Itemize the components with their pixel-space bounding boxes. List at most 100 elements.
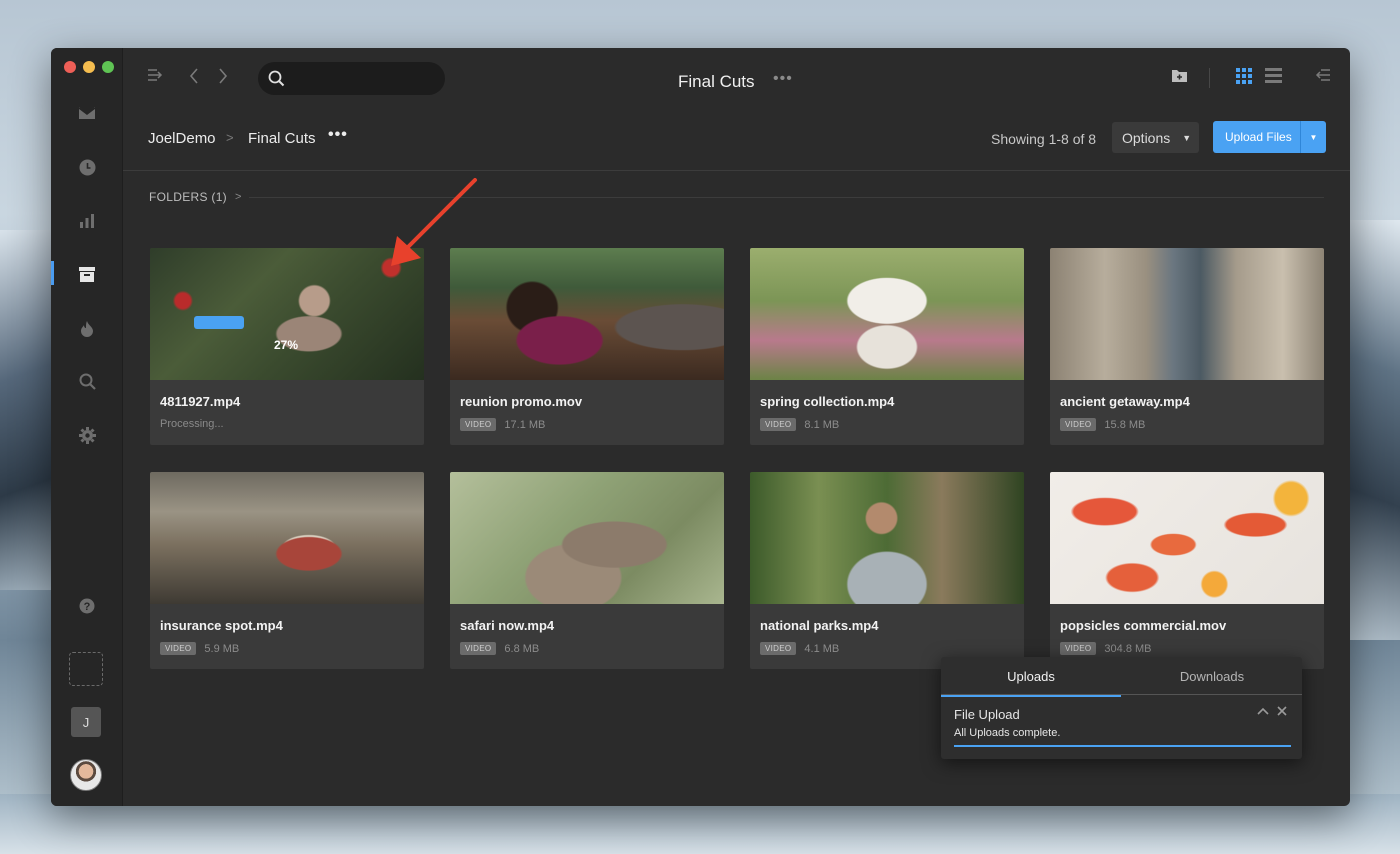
file-size: 5.9 MB — [204, 642, 240, 655]
drop-target[interactable] — [69, 652, 103, 686]
file-type-badge: VIDEO — [160, 642, 197, 655]
grid-view-icon[interactable] — [1236, 68, 1252, 84]
collapse-sidebar-icon[interactable] — [147, 68, 163, 82]
options-label: Options — [1122, 129, 1171, 146]
toolbar-divider — [1209, 68, 1210, 88]
new-folder-icon[interactable] — [1171, 68, 1188, 83]
file-card[interactable]: spring collection.mp4 VIDEO 8.1 MB — [750, 248, 1024, 445]
file-size: 17.1 MB — [504, 418, 546, 431]
forward-icon[interactable] — [218, 68, 228, 84]
help-icon[interactable]: ? — [77, 596, 97, 616]
upload-dropdown-icon[interactable]: ▼ — [1301, 133, 1326, 142]
upload-progress-bar — [194, 316, 244, 329]
folders-section-header[interactable]: FOLDERS (1) > — [149, 189, 1324, 205]
file-size: 8.1 MB — [804, 418, 840, 431]
file-meta: VIDEO 15.8 MB — [1060, 418, 1145, 431]
options-button[interactable]: Options ▼ — [1112, 122, 1199, 153]
file-name: 4811927.mp4 — [160, 394, 241, 409]
file-size: 15.8 MB — [1104, 418, 1146, 431]
chevron-up-icon[interactable] — [1257, 705, 1269, 719]
file-name: ancient getaway.mp4 — [1060, 394, 1190, 409]
annotation-arrow-icon — [391, 178, 477, 266]
window-title: Final Cuts — [678, 72, 755, 91]
title-more-icon[interactable]: ••• — [773, 70, 793, 88]
tab-uploads[interactable]: Uploads — [941, 657, 1121, 697]
active-tab-indicator — [941, 695, 1121, 697]
gear-icon[interactable] — [77, 425, 97, 445]
app-window: ? J Final Cuts ••• JoelDemo > Final Cuts… — [51, 48, 1350, 806]
file-size: 6.8 MB — [504, 642, 540, 655]
breadcrumb-item-joeldemo[interactable]: JoelDemo — [148, 130, 216, 147]
file-type-badge: VIDEO — [1060, 418, 1097, 431]
file-meta: VIDEO 304.8 MB — [1060, 642, 1152, 655]
search-icon[interactable] — [77, 371, 97, 391]
chevron-right-icon: > — [234, 191, 242, 203]
video-thumbnail-popsicles — [1050, 472, 1324, 604]
transfers-tabs: Uploads Downloads — [941, 657, 1302, 697]
back-icon[interactable] — [189, 68, 199, 84]
transfer-title: File Upload — [954, 707, 1020, 722]
search-icon — [268, 70, 285, 92]
transfers-panel: Uploads Downloads File Upload All Upload… — [941, 657, 1302, 759]
file-card[interactable]: safari now.mp4 VIDEO 6.8 MB — [450, 472, 724, 669]
window-controls — [64, 61, 114, 73]
file-name: popsicles commercial.mov — [1060, 618, 1227, 633]
file-type-badge: VIDEO — [760, 642, 797, 655]
transfer-status: All Uploads complete. — [954, 727, 1061, 739]
file-card[interactable]: insurance spot.mp4 VIDEO 5.9 MB — [150, 472, 424, 669]
file-name: reunion promo.mov — [460, 394, 583, 409]
upload-files-button[interactable]: Upload Files ▼ — [1213, 121, 1326, 153]
close-window-button[interactable] — [64, 61, 76, 73]
minimize-window-button[interactable] — [83, 61, 95, 73]
file-meta: VIDEO 5.9 MB — [160, 642, 239, 655]
caret-down-icon: ▼ — [1182, 132, 1192, 143]
file-type-badge: VIDEO — [460, 418, 497, 431]
clock-icon[interactable] — [77, 157, 97, 177]
video-thumbnail-woman-in-field — [750, 248, 1024, 380]
avatar[interactable] — [70, 759, 102, 791]
archive-icon[interactable] — [77, 264, 97, 284]
file-size: 304.8 MB — [1104, 642, 1152, 655]
breadcrumb-separator: > — [226, 130, 234, 145]
video-thumbnail-reunion-hug — [450, 248, 724, 380]
sidebar-active-indicator — [51, 261, 54, 285]
file-card[interactable]: national parks.mp4 VIDEO 4.1 MB — [750, 472, 1024, 669]
file-type-badge: VIDEO — [460, 642, 497, 655]
zoom-window-button[interactable] — [102, 61, 114, 73]
file-name: national parks.mp4 — [760, 618, 879, 633]
search-input[interactable] — [258, 62, 445, 95]
video-thumbnail-van-and-balloons — [150, 472, 424, 604]
file-meta: VIDEO 6.8 MB — [460, 642, 539, 655]
file-card[interactable]: reunion promo.mov VIDEO 17.1 MB — [450, 248, 724, 445]
bar-chart-icon[interactable] — [77, 211, 97, 231]
video-thumbnail-ancient-ruins — [1050, 248, 1324, 380]
svg-text:?: ? — [84, 601, 91, 613]
file-card[interactable]: 27% 4811927.mp4 Processing... — [150, 248, 424, 445]
panel-toggle-icon[interactable] — [1315, 68, 1331, 82]
breadcrumb-bar: JoelDemo > Final Cuts ••• Showing 1-8 of… — [123, 114, 1350, 171]
file-meta: VIDEO 4.1 MB — [760, 642, 839, 655]
sidebar: ? J — [51, 48, 123, 806]
file-name: spring collection.mp4 — [760, 394, 895, 409]
toolbar: Final Cuts ••• — [123, 48, 1350, 114]
user-initial-badge[interactable]: J — [71, 707, 101, 737]
file-size: 4.1 MB — [804, 642, 840, 655]
inbox-icon[interactable] — [77, 103, 97, 123]
file-name: insurance spot.mp4 — [160, 618, 283, 633]
upload-progress-percent: 27% — [274, 338, 299, 352]
file-type-badge: VIDEO — [760, 418, 797, 431]
file-card[interactable]: popsicles commercial.mov VIDEO 304.8 MB — [1050, 472, 1324, 669]
video-thumbnail-monkey — [450, 472, 724, 604]
file-type-badge: VIDEO — [1060, 642, 1097, 655]
close-icon[interactable] — [1277, 705, 1287, 719]
tab-downloads[interactable]: Downloads — [1122, 657, 1302, 695]
flame-icon[interactable] — [77, 318, 97, 338]
file-card[interactable]: ancient getaway.mp4 VIDEO 15.8 MB — [1050, 248, 1324, 445]
list-view-icon[interactable] — [1265, 68, 1282, 83]
file-name: safari now.mp4 — [460, 618, 555, 633]
upload-files-label: Upload Files — [1225, 130, 1292, 144]
breadcrumb-item-final-cuts[interactable]: Final Cuts — [248, 130, 316, 147]
transfer-progress-bar — [954, 745, 1291, 747]
breadcrumb-more-icon[interactable]: ••• — [328, 126, 348, 144]
folders-label: FOLDERS (1) — [149, 190, 227, 204]
